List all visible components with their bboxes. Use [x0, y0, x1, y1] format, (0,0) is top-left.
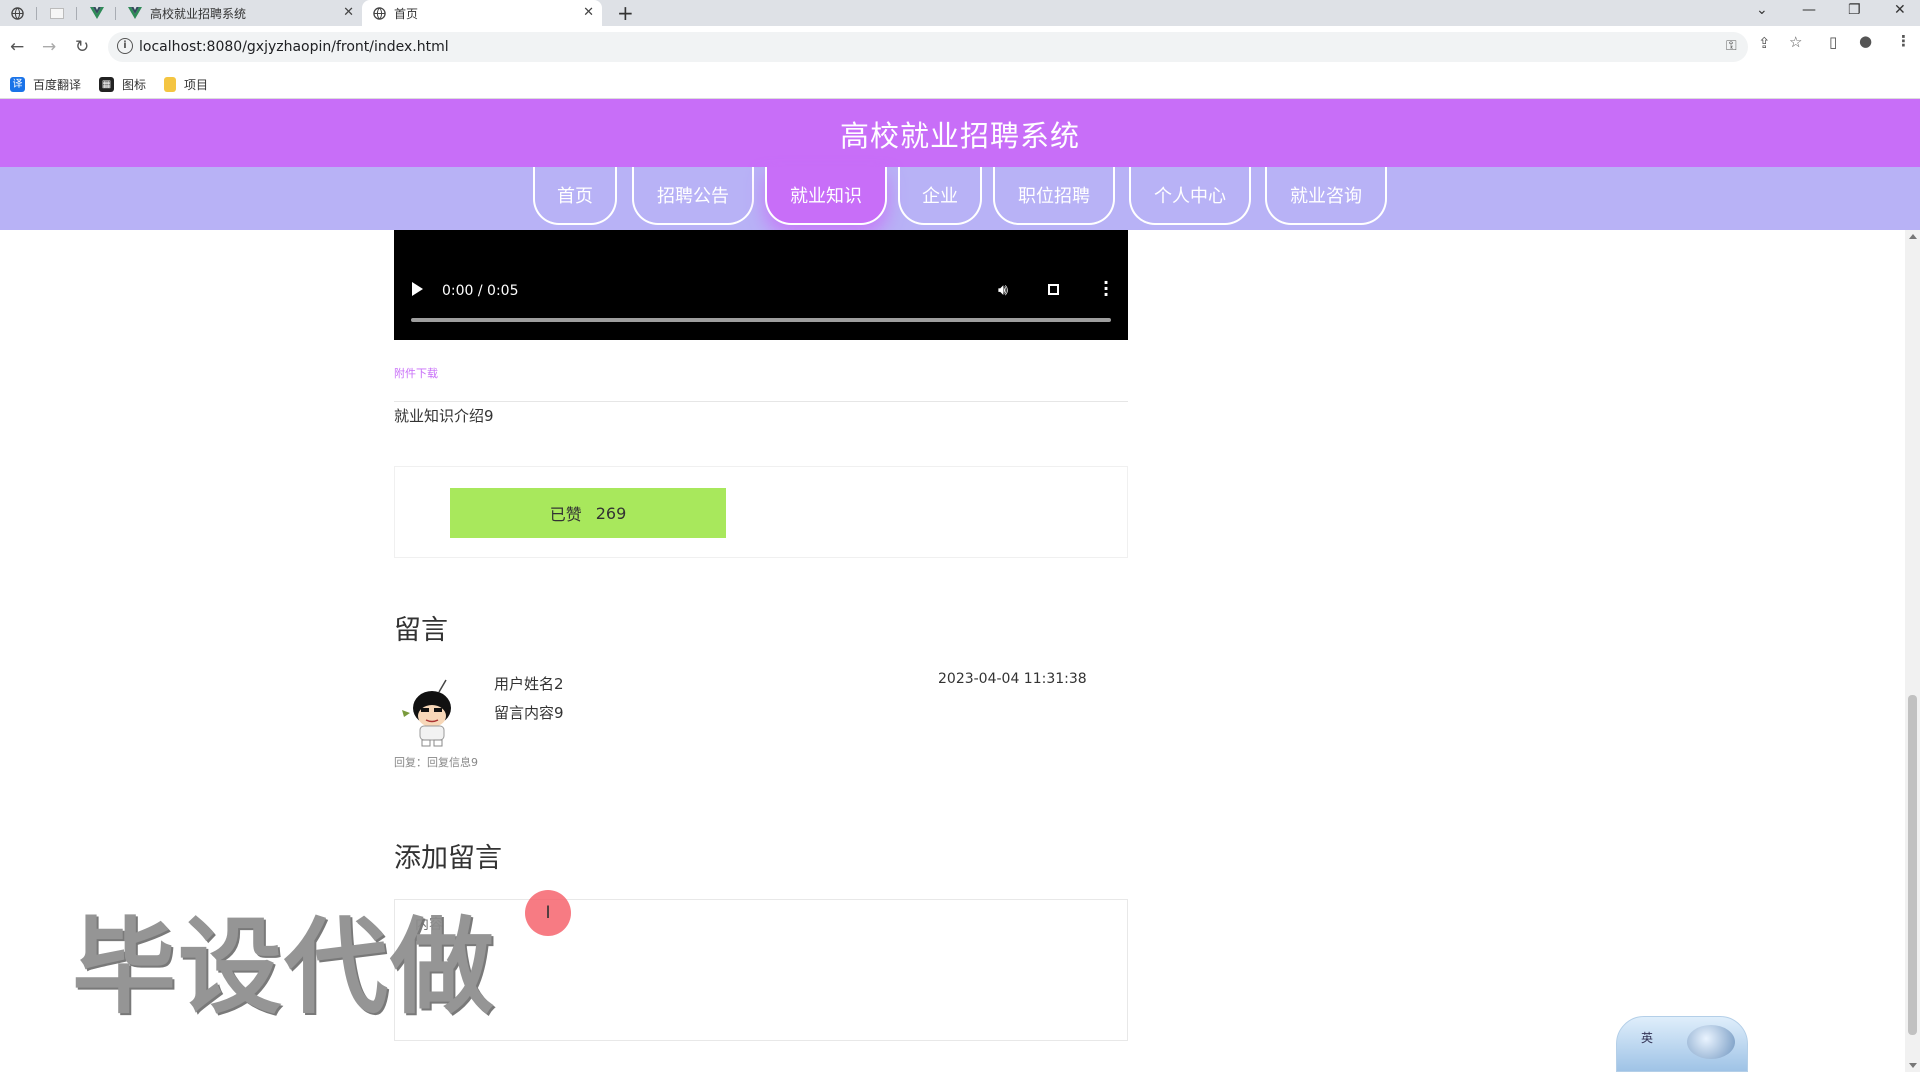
attachment-download-link[interactable]: 附件下载: [394, 365, 438, 381]
tab-title: 高校就业招聘系统: [150, 6, 247, 21]
site-info-icon[interactable]: i: [117, 38, 133, 54]
new-tab-button[interactable]: +: [617, 1, 634, 25]
address-toolbar: ← → ↻ i localhost:8080/gxjyzhaopin/front…: [0, 26, 1920, 68]
url-text[interactable]: localhost:8080/gxjyzhaopin/front/index.h…: [139, 39, 449, 55]
bookmark-label: 项目: [184, 78, 209, 92]
ime-language-label: 英: [1641, 1031, 1654, 1045]
comment-username: 用户姓名2: [494, 675, 564, 693]
browser-tab-strip: 高校就业招聘系统 ✕ 首页 ✕ + ⌄ — ❐ ✕: [0, 0, 1920, 26]
bookmark-label: 图标: [122, 78, 147, 92]
comment-content: 留言内容9: [494, 704, 564, 722]
share-icon[interactable]: ⇪: [1758, 34, 1771, 52]
like-panel: 已赞 269: [394, 466, 1128, 558]
globe-icon: [372, 6, 386, 20]
tab-pinned-3[interactable]: [80, 0, 112, 26]
bookmark-item[interactable]: 译 百度翻译: [10, 76, 81, 93]
tab-admin-system[interactable]: 高校就业招聘系统 ✕: [118, 0, 362, 26]
globe-icon: [10, 6, 24, 20]
minimize-button[interactable]: —: [1802, 2, 1816, 18]
tab-title: 首页: [394, 6, 419, 21]
divider: [394, 401, 1128, 402]
text-cursor-indicator: I: [525, 890, 571, 936]
tab-separator: [115, 7, 116, 20]
nav-announcements[interactable]: 招聘公告: [632, 167, 754, 225]
nav-consulting[interactable]: 就业咨询: [1265, 167, 1387, 225]
video-progress-bar[interactable]: [411, 318, 1111, 322]
like-label: 已赞: [549, 505, 582, 524]
tab-separator: [76, 7, 77, 20]
bookmarks-bar: 译 百度翻译 ▦ 图标 项目: [0, 68, 1920, 99]
tab-pinned-2[interactable]: [40, 0, 74, 26]
image-icon: ▦: [99, 77, 114, 92]
nav-jobs[interactable]: 职位招聘: [993, 167, 1115, 225]
like-count: 269: [595, 503, 627, 523]
vue-icon: [128, 6, 142, 20]
close-tab-icon[interactable]: ✕: [583, 5, 594, 20]
restore-button[interactable]: ❐: [1848, 2, 1861, 18]
comments-heading: 留言: [394, 615, 448, 646]
nav-profile[interactable]: 个人中心: [1129, 167, 1251, 225]
page-scrollbar[interactable]: [1905, 230, 1920, 1072]
nav-knowledge[interactable]: 就业知识: [765, 167, 887, 225]
bookmark-star-icon[interactable]: ☆: [1789, 33, 1802, 51]
ime-status-widget[interactable]: 英: [1616, 1016, 1748, 1072]
forward-arrow-icon[interactable]: →: [42, 37, 56, 57]
site-header: 高校就业招聘系统: [0, 99, 1920, 167]
tab-search-icon[interactable]: ⌄: [1756, 2, 1768, 18]
video-time: 0:00 / 0:05: [442, 283, 519, 299]
menu-dots-icon[interactable]: ⋮: [1896, 32, 1911, 50]
comment-reply: 回复：回复信息9: [394, 756, 478, 769]
fullscreen-icon[interactable]: [1048, 284, 1059, 295]
volume-icon[interactable]: 🔊︎: [998, 280, 1008, 300]
scrollbar-thumb[interactable]: [1908, 695, 1917, 1035]
nav-companies[interactable]: 企业: [898, 167, 982, 225]
scroll-down-icon[interactable]: [1909, 1063, 1917, 1068]
close-window-button[interactable]: ✕: [1894, 2, 1906, 18]
close-tab-icon[interactable]: ✕: [343, 5, 354, 20]
article-intro: 就业知识介绍9: [394, 407, 494, 425]
translate-icon: 译: [10, 77, 25, 92]
comment-timestamp: 2023-04-04 11:31:38: [938, 671, 1087, 687]
blank-page-icon: [50, 6, 64, 20]
bookmark-label: 百度翻译: [33, 78, 82, 92]
tab-home[interactable]: 首页 ✕: [362, 0, 602, 26]
comment-input[interactable]: [394, 899, 1128, 1041]
add-comment-heading: 添加留言: [394, 843, 502, 874]
scroll-up-icon[interactable]: [1909, 234, 1917, 239]
more-options-icon[interactable]: · · ·: [1103, 275, 1109, 303]
back-arrow-icon[interactable]: ←: [10, 37, 24, 57]
key-icon[interactable]: ⚿: [1726, 38, 1737, 54]
watermark-text: 毕设代做: [72, 906, 497, 1028]
site-title: 高校就业招聘系统: [839, 119, 1080, 153]
nav-home[interactable]: 首页: [533, 167, 617, 225]
like-button[interactable]: 已赞 269: [450, 488, 726, 538]
tab-pinned-1[interactable]: [0, 0, 34, 26]
side-panel-icon[interactable]: ▯: [1829, 33, 1837, 51]
address-bar[interactable]: i localhost:8080/gxjyzhaopin/front/index…: [108, 32, 1748, 62]
main-nav: 首页 招聘公告 就业知识 企业 职位招聘 个人中心 就业咨询: [0, 167, 1920, 230]
ime-mascot-icon: [1687, 1025, 1735, 1059]
bookmark-item[interactable]: ▦ 图标: [99, 76, 146, 93]
bookmark-item[interactable]: 项目: [164, 76, 208, 93]
profile-avatar-icon[interactable]: ●: [1859, 32, 1872, 50]
folder-icon: [164, 77, 176, 92]
video-player[interactable]: 0:00 / 0:05 🔊︎ · · ·: [394, 230, 1128, 340]
reload-icon[interactable]: ↻: [75, 37, 89, 57]
tab-separator: [36, 7, 37, 20]
play-icon[interactable]: [412, 282, 423, 296]
avatar: [394, 678, 464, 748]
vue-icon: [90, 6, 104, 20]
